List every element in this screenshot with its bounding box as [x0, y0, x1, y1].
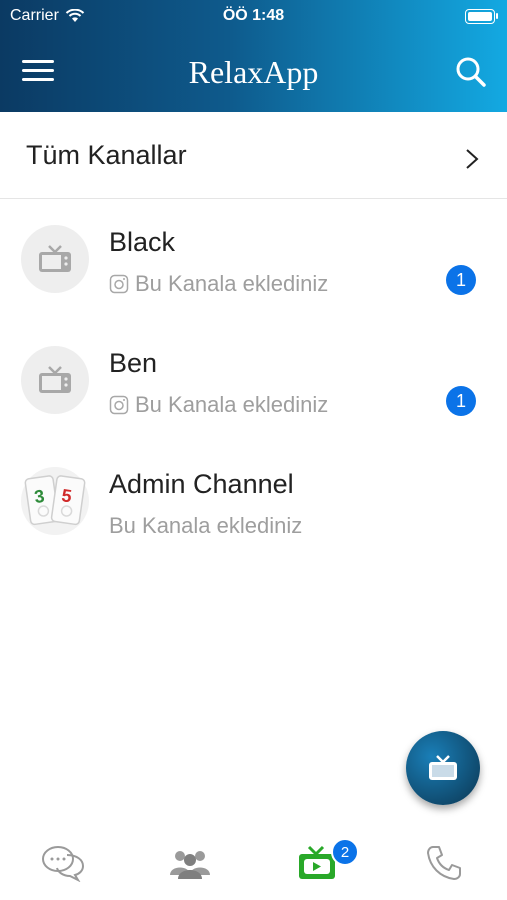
chevron-right-icon	[466, 149, 479, 169]
avatar	[21, 225, 89, 293]
all-channels-row[interactable]: Tüm Kanallar	[0, 112, 507, 199]
channel-name: Ben	[109, 348, 158, 378]
groups-icon	[170, 851, 211, 879]
status-bar: Carrier ÖÖ 1:48	[0, 0, 507, 32]
channel-name: Black	[109, 227, 176, 257]
camera-icon	[109, 274, 129, 294]
new-channel-button[interactable]	[406, 731, 480, 805]
tv-icon	[39, 366, 71, 393]
tab-groups[interactable]	[127, 826, 254, 900]
app-header: Carrier ÖÖ 1:48 RelaxApp	[0, 0, 507, 112]
channel-subtitle: Bu Kanala eklediniz	[109, 271, 328, 297]
app-title: RelaxApp	[188, 54, 319, 90]
tv-icon	[39, 245, 71, 272]
okey-tiles-icon: 3 5	[24, 475, 86, 526]
chat-icon	[42, 846, 85, 882]
camera-icon	[109, 395, 129, 415]
all-channels-label: Tüm Kanallar	[26, 139, 187, 170]
tab-chats[interactable]	[0, 826, 127, 900]
phone-icon	[426, 846, 461, 880]
list-item[interactable]: Black Bu Kanala eklediniz 1	[0, 199, 507, 320]
avatar	[21, 346, 89, 414]
channel-name: Admin Channel	[109, 469, 294, 499]
list-item[interactable]: Ben Bu Kanala eklediniz 1	[0, 320, 507, 441]
avatar: 3 5	[21, 467, 89, 535]
list-item[interactable]: 3 5 Admin Channel Bu Kanala eklediniz	[0, 441, 507, 562]
channel-subtitle-text: Bu Kanala eklediniz	[109, 513, 303, 538]
channel-list: Black Bu Kanala eklediniz 1 Ben Bu Kanal…	[0, 199, 507, 562]
tab-calls[interactable]	[380, 826, 507, 900]
channels-tab-badge: 2	[331, 838, 359, 866]
tv-icon	[429, 755, 457, 780]
status-time: ÖÖ 1:48	[222, 7, 285, 24]
channel-subtitle-text: Bu Kanala eklediniz	[135, 271, 329, 296]
channel-subtitle: Bu Kanala eklediniz	[109, 513, 302, 539]
search-icon[interactable]	[455, 56, 487, 88]
tab-channels[interactable]	[254, 826, 381, 900]
battery-icon	[465, 9, 498, 24]
channel-subtitle: Bu Kanala eklediniz	[109, 392, 328, 418]
channel-subtitle-text: Bu Kanala eklediniz	[135, 392, 329, 417]
tab-bar	[0, 826, 507, 900]
unread-badge: 1	[446, 386, 476, 416]
unread-badge: 1	[446, 265, 476, 295]
